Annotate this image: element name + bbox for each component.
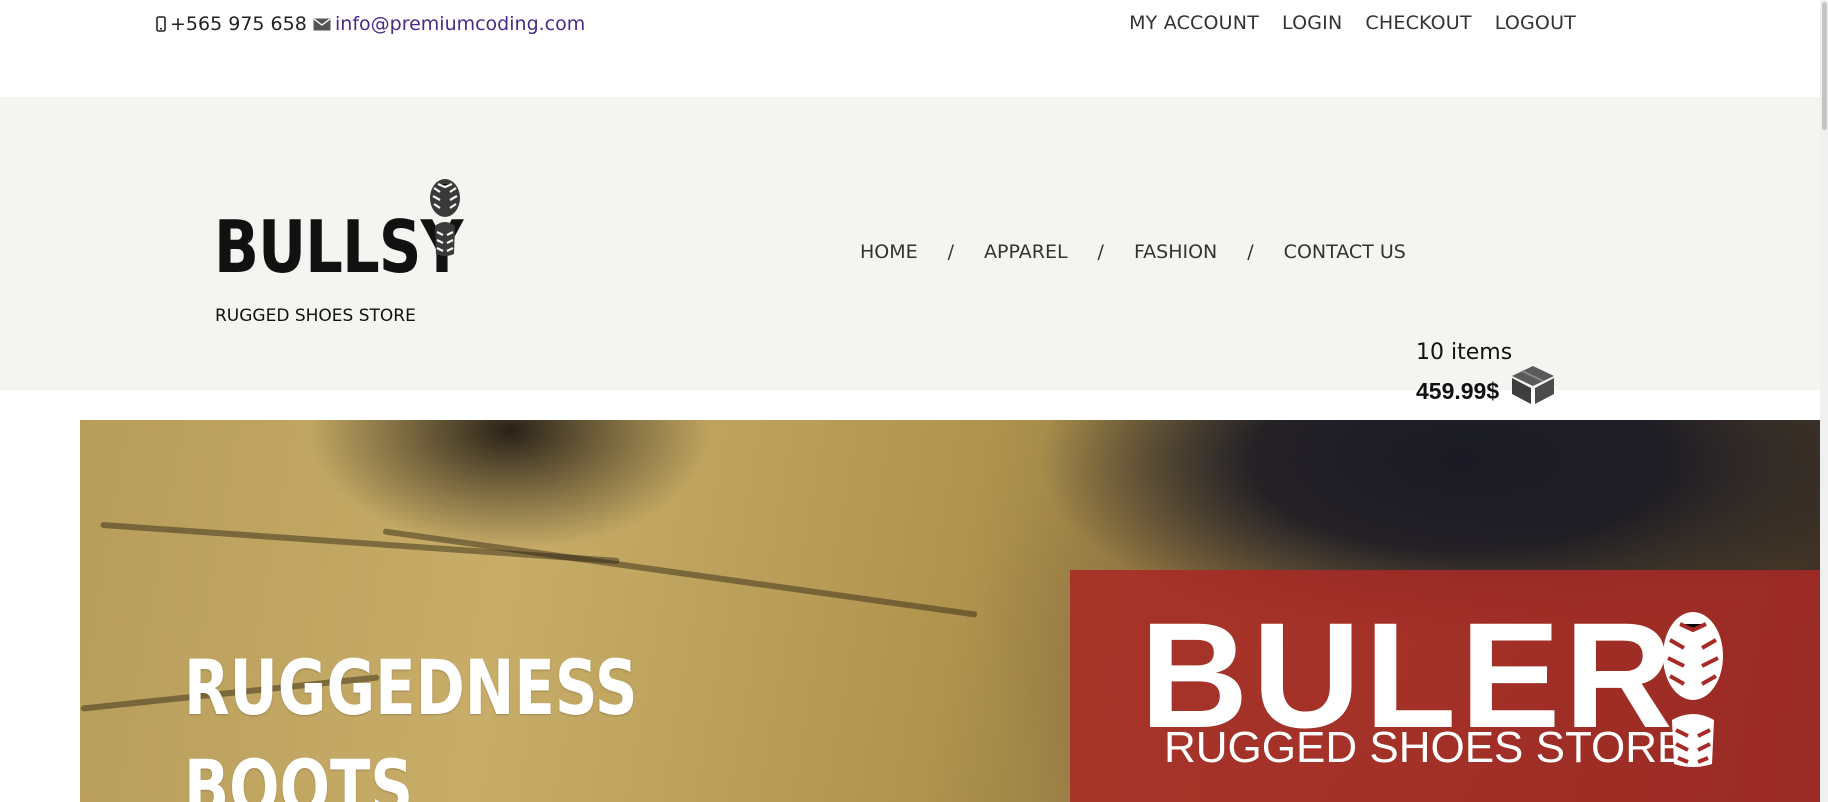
login-link[interactable]: LOGIN	[1282, 12, 1342, 34]
my-account-link[interactable]: MY ACCOUNT	[1129, 12, 1259, 34]
hero-title: RUGGEDNESS BOOTS	[184, 638, 638, 802]
nav-separator: /	[947, 241, 955, 263]
nav-separator: /	[1247, 241, 1254, 263]
main-navigation: HOME / APPAREL / FASHION / CONTACT US	[860, 241, 1406, 263]
nav-contact-us[interactable]: CONTACT US	[1284, 241, 1406, 263]
cart-total: 459.99$	[1416, 378, 1500, 404]
mobile-phone-icon	[156, 16, 166, 32]
hero-texture	[100, 521, 620, 565]
top-bar: +565 975 658 info@premiumcoding.com MY A…	[0, 0, 1828, 48]
phone-number: +565 975 658	[170, 13, 307, 35]
email-address: info@premiumcoding.com	[335, 13, 586, 35]
scrollbar-track[interactable]	[1820, 0, 1828, 802]
mini-cart[interactable]: 10 items 459.99$	[1416, 340, 1554, 404]
nav-separator: /	[1097, 241, 1104, 263]
hero-texture	[382, 528, 978, 618]
promo-subtitle: RUGGED SHOES STORE	[1164, 723, 1687, 772]
hero-title-line2: BOOTS	[184, 743, 414, 802]
promo-box[interactable]: BULER RUGGED SHOES STORE	[1070, 570, 1820, 802]
checkout-link[interactable]: CHECKOUT	[1365, 12, 1471, 34]
hero-title-line1: RUGGEDNESS	[184, 643, 638, 732]
hero-banner[interactable]: RUGGEDNESS BOOTS BULER RUGGED SHOES STOR…	[80, 420, 1820, 802]
boot-print-icon	[428, 178, 462, 263]
nav-fashion[interactable]: FASHION	[1134, 241, 1217, 263]
envelope-icon	[313, 17, 331, 30]
boot-print-icon	[1663, 612, 1723, 767]
cart-item-count: 10 items	[1416, 340, 1513, 365]
logo-subtitle: RUGGED SHOES STORE	[215, 306, 416, 326]
nav-home[interactable]: HOME	[860, 241, 918, 263]
phone-contact: +565 975 658	[156, 13, 307, 35]
email-link[interactable]: info@premiumcoding.com	[313, 13, 585, 35]
logout-link[interactable]: LOGOUT	[1495, 12, 1576, 34]
scrollbar-thumb[interactable]	[1822, 2, 1827, 130]
logo-title[interactable]: BULLSY	[214, 211, 463, 283]
box-icon	[1512, 366, 1554, 404]
account-links: MY ACCOUNT LOGIN CHECKOUT LOGOUT	[1129, 12, 1576, 34]
nav-apparel[interactable]: APPAREL	[984, 241, 1068, 263]
